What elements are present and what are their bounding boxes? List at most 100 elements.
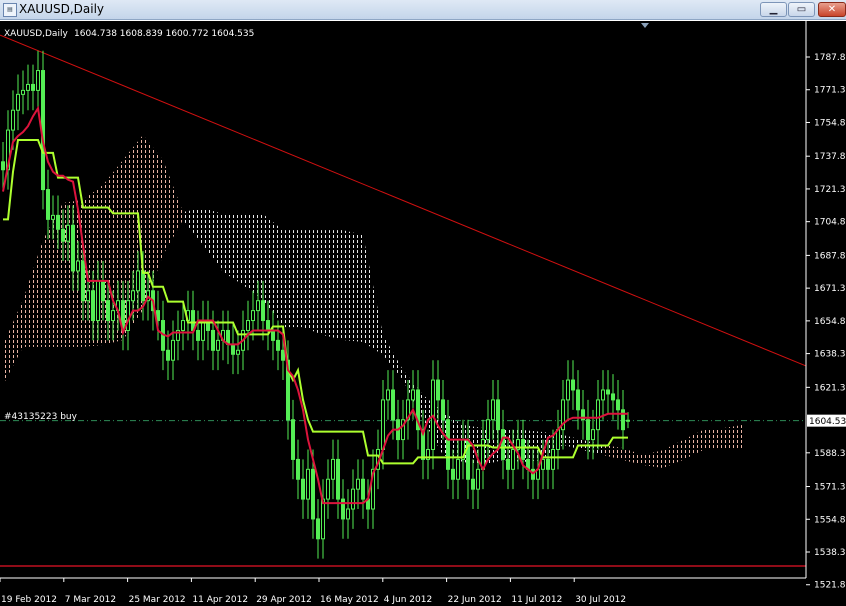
chart-info-ohlc: 1604.738 1608.839 1600.772 1604.535 xyxy=(74,29,254,39)
candle-body xyxy=(181,320,185,331)
cloud-segment xyxy=(283,230,303,328)
candle-body xyxy=(61,228,65,242)
candle-body xyxy=(11,109,15,131)
candle-body xyxy=(91,290,95,322)
price-tick-label: 1621.33 xyxy=(814,383,846,393)
candle-body xyxy=(496,399,500,431)
candle-body xyxy=(501,429,505,460)
cloud-segment xyxy=(323,230,343,340)
cloud-segment xyxy=(163,160,183,256)
cloud-segment xyxy=(303,230,323,336)
cloud-segment xyxy=(663,439,683,468)
candle-body xyxy=(611,393,615,401)
minimize-button[interactable]: ▁ xyxy=(760,2,787,17)
price-tick-label: 1754.83 xyxy=(814,118,846,128)
time-tick-label: 7 Mar 2012 xyxy=(65,595,116,605)
candle-body xyxy=(321,498,325,540)
candle-body xyxy=(346,508,350,520)
cloud-segment xyxy=(703,428,723,451)
candle-body xyxy=(486,419,490,441)
candle-body xyxy=(446,419,450,470)
candle-body xyxy=(616,399,620,411)
candle-body xyxy=(126,300,130,331)
candle-body xyxy=(546,458,550,470)
cloud-segment xyxy=(643,450,663,468)
candle-body xyxy=(171,339,175,361)
candle-body xyxy=(626,419,630,422)
window-title: XAUUSD,Daily xyxy=(19,2,105,16)
candle-body xyxy=(381,399,385,450)
price-tick-label: 1687.83 xyxy=(814,251,846,261)
candle-body xyxy=(136,270,140,292)
chart-window-icon: ▤ xyxy=(3,3,17,17)
current-price-label: 1604.53 xyxy=(809,417,846,427)
candle-body xyxy=(236,349,240,355)
candle-body xyxy=(211,329,215,351)
price-tick-label: 1554.83 xyxy=(814,515,846,525)
candle-body xyxy=(261,300,265,322)
candle-body xyxy=(306,468,310,500)
cloud-segment xyxy=(723,424,743,449)
cloud-segment xyxy=(563,435,583,451)
candle-body xyxy=(511,448,515,470)
candle-body xyxy=(46,189,50,220)
candle-body xyxy=(36,70,40,91)
cloud-segment xyxy=(603,444,623,461)
candle-body xyxy=(411,389,415,401)
cloud-segment xyxy=(243,213,263,300)
candle-body xyxy=(96,280,100,322)
candle-body xyxy=(566,379,570,401)
candle-body xyxy=(521,439,525,460)
price-tick-label: 1671.33 xyxy=(814,284,846,294)
candle-body xyxy=(101,280,105,302)
candle-body xyxy=(256,300,260,312)
time-tick-label: 16 May 2012 xyxy=(320,595,379,605)
price-tick-label: 1638.33 xyxy=(814,350,846,360)
cloud-segment xyxy=(363,235,383,356)
price-chart[interactable]: 1787.83 1771.33 1754.83 1737.83 1721.33 1704.… xyxy=(0,20,846,606)
candle-body xyxy=(351,488,355,510)
candle-body xyxy=(131,290,135,302)
candle-body xyxy=(231,343,235,355)
price-tick-label: 1787.83 xyxy=(814,53,846,63)
candle-body xyxy=(1,161,5,171)
candle-body xyxy=(576,389,580,411)
price-tick-label: 1704.83 xyxy=(814,218,846,228)
candle-body xyxy=(216,339,220,351)
candle-body xyxy=(586,419,590,441)
candle-body xyxy=(291,419,295,460)
candle-body xyxy=(316,518,320,540)
candle-body xyxy=(271,329,275,341)
candle-body xyxy=(356,478,360,490)
candle-body xyxy=(386,389,390,401)
price-tick-label: 1721.33 xyxy=(814,185,846,195)
maximize-icon: ▭ xyxy=(796,4,807,15)
candle-body xyxy=(31,83,35,91)
candle-body xyxy=(301,478,305,500)
maximize-button[interactable]: ▭ xyxy=(788,2,815,17)
candle-body xyxy=(481,439,485,470)
candle-body xyxy=(141,270,145,302)
price-tick-label: 1654.83 xyxy=(814,317,846,327)
candle-body xyxy=(196,329,200,341)
order-label[interactable]: #43135223 buy xyxy=(4,412,78,422)
window-title-bar[interactable]: ▤ XAUUSD,Daily ▁ ▭ ✕ xyxy=(0,0,846,20)
candle-body xyxy=(66,224,70,242)
candle-body xyxy=(391,389,395,421)
candle-body xyxy=(266,320,270,331)
time-tick-label: 4 Jun 2012 xyxy=(384,595,432,605)
cloud-segment xyxy=(343,230,363,342)
minimize-icon: ▁ xyxy=(769,4,778,15)
price-tick-label: 1737.83 xyxy=(814,152,846,162)
candle-body xyxy=(571,379,575,391)
chart-shift-marker[interactable] xyxy=(641,23,649,28)
close-button[interactable]: ✕ xyxy=(818,2,846,17)
candle-body xyxy=(296,458,300,480)
candle-body xyxy=(471,478,475,490)
candle-body xyxy=(326,478,330,500)
candle-body xyxy=(436,379,440,401)
candle-body xyxy=(21,89,25,95)
candle-body xyxy=(336,458,340,500)
candle-body xyxy=(16,93,20,111)
time-tick-label: 11 Apr 2012 xyxy=(192,595,248,605)
